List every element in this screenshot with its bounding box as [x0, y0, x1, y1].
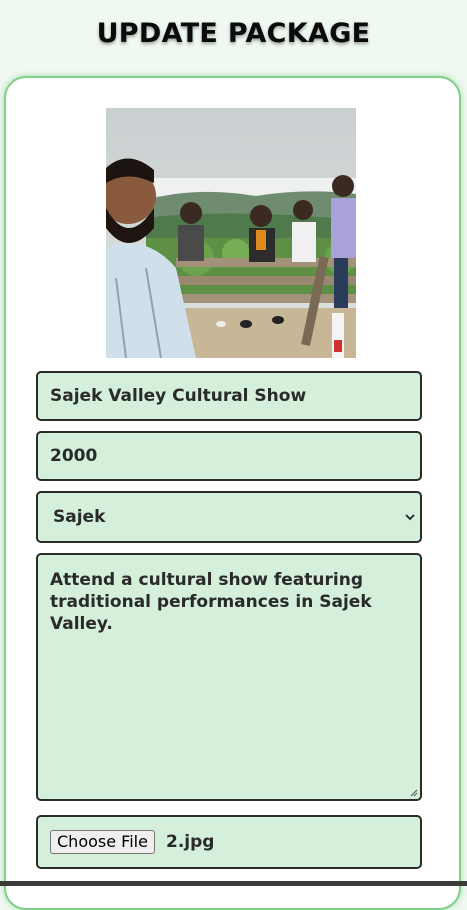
choose-file-button[interactable]: Choose File [50, 830, 155, 854]
price-input[interactable]: 2000 [36, 431, 422, 481]
description-value: Attend a cultural show featuring traditi… [50, 570, 372, 634]
chevron-down-icon [405, 514, 415, 521]
package-photo-illustration [106, 108, 356, 358]
package-name-input[interactable]: Sajek Valley Cultural Show [36, 371, 422, 421]
description-textarea[interactable]: Attend a cultural show featuring traditi… [36, 553, 422, 801]
resize-grip-icon[interactable] [409, 788, 418, 797]
page-title: UPDATE PACKAGE [96, 18, 371, 49]
price-value: 2000 [50, 446, 98, 466]
image-file-input[interactable]: Choose File 2.jpg [36, 815, 422, 869]
location-selected-value: Sajek [53, 507, 106, 527]
bottom-edge-bar [0, 881, 467, 886]
package-name-value: Sajek Valley Cultural Show [50, 386, 307, 406]
location-select[interactable]: Sajek [36, 491, 422, 543]
selected-file-name: 2.jpg [166, 832, 215, 852]
package-image [106, 108, 356, 358]
